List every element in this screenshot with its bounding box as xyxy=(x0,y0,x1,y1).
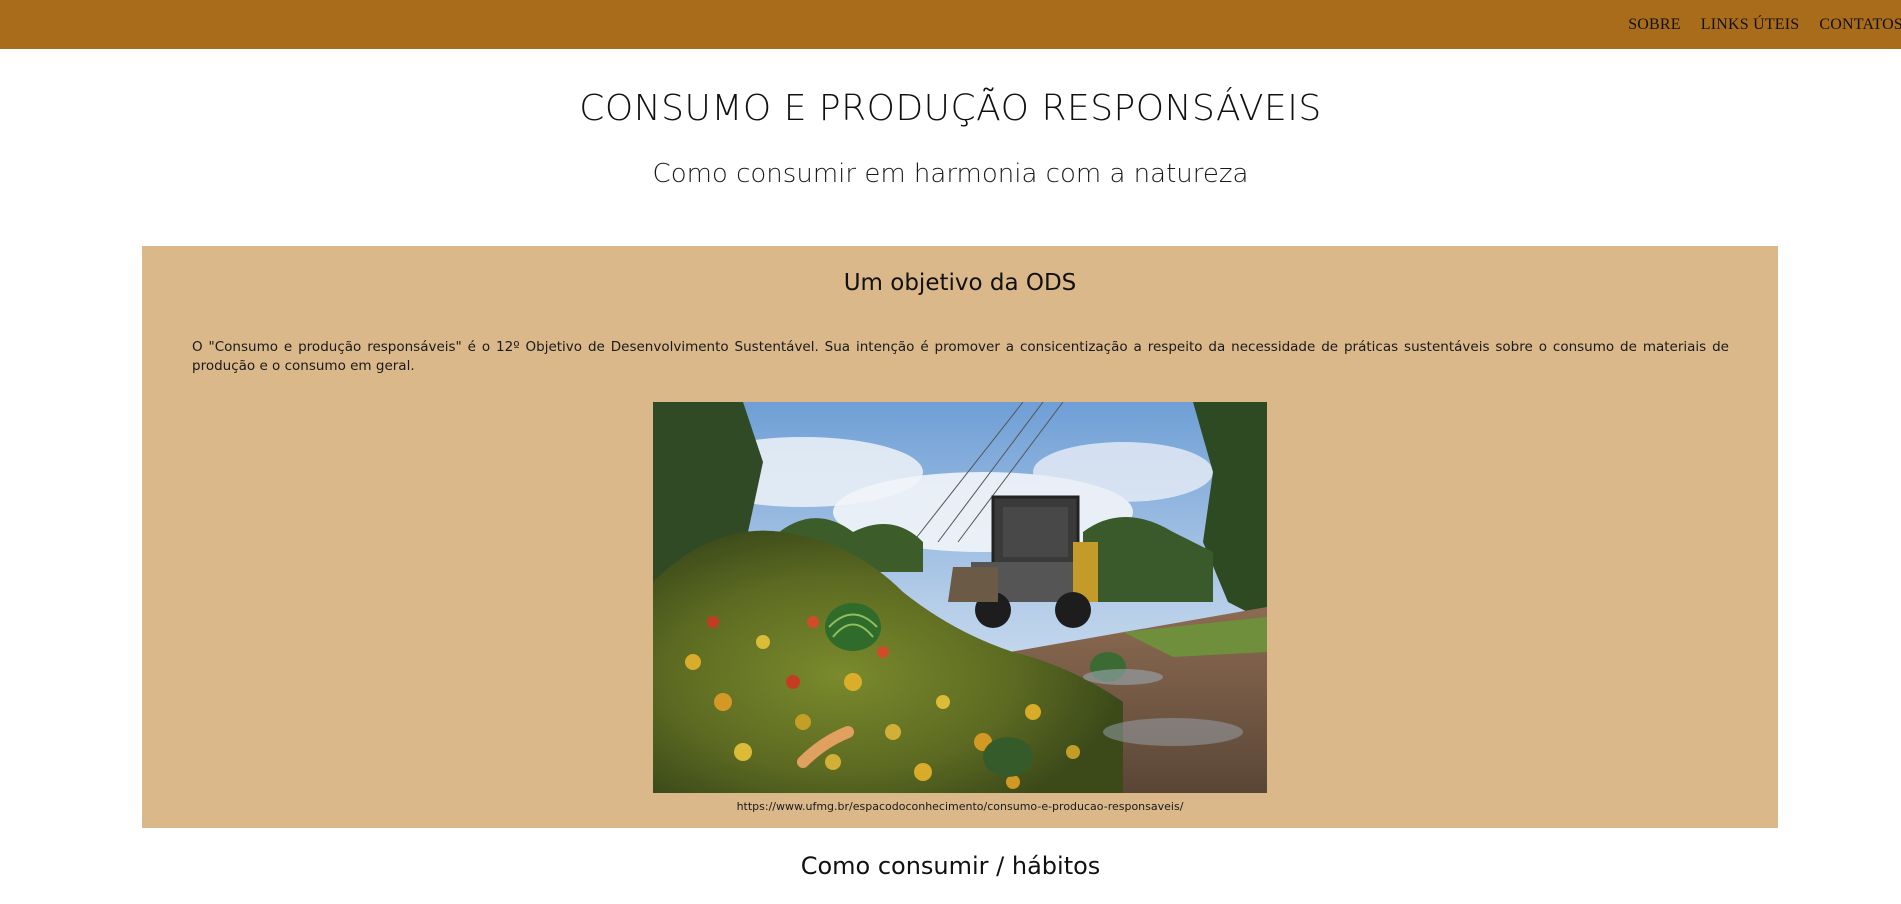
top-navbar: SOBRE LINKS ÚTEIS CONTATOS xyxy=(0,0,1901,49)
ods-paragraph: O "Consumo e produção responsáveis" é o … xyxy=(192,339,1729,374)
top-nav: SOBRE LINKS ÚTEIS CONTATOS xyxy=(1628,16,1901,34)
nav-link-sobre[interactable]: SOBRE xyxy=(1628,16,1681,34)
image-caption: https://www.ufmg.br/espacodoconhecimento… xyxy=(736,800,1184,813)
page-title: CONSUMO E PRODUÇÃO RESPONSÁVEIS xyxy=(579,88,1322,129)
habits-heading: Como consumir / hábitos xyxy=(800,852,1101,880)
food-waste-photo xyxy=(653,402,1267,793)
nav-link-links-uteis[interactable]: LINKS ÚTEIS xyxy=(1701,16,1800,34)
ods-card: Um objetivo da ODS O "Consumo e produção… xyxy=(142,246,1778,828)
nav-link-contatos[interactable]: CONTATOS xyxy=(1819,16,1901,34)
hero-section: CONSUMO E PRODUÇÃO RESPONSÁVEIS Como con… xyxy=(0,49,1901,246)
ods-heading: Um objetivo da ODS xyxy=(843,270,1077,296)
page-subtitle: Como consumir em harmonia com a natureza xyxy=(652,159,1249,189)
